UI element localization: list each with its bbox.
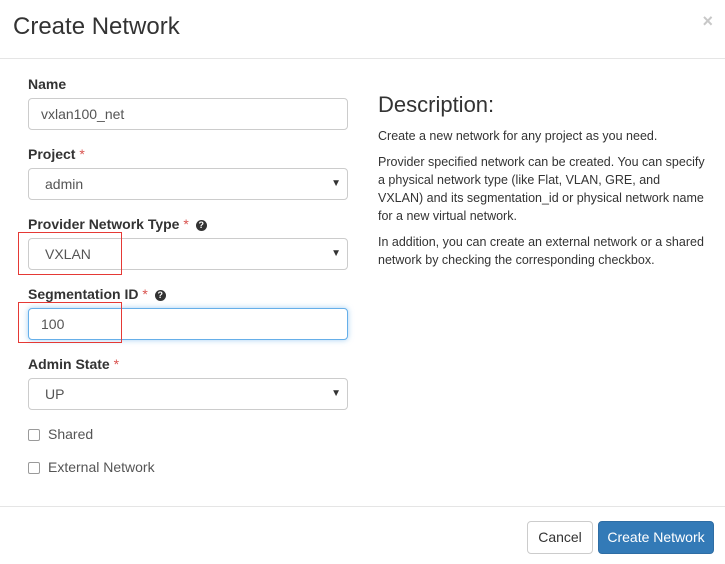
required-mark: *	[79, 146, 85, 162]
caret-down-icon: ▼	[331, 178, 341, 189]
caret-down-icon: ▼	[331, 388, 341, 399]
project-select-value: admin	[45, 176, 84, 192]
dialog-header: Create Network ×	[0, 0, 725, 59]
shared-checkbox-label: Shared	[48, 426, 94, 442]
provider-type-label-text: Provider Network Type	[28, 216, 180, 232]
description-paragraph: Create a new network for any project as …	[378, 129, 658, 143]
dialog-title: Create Network	[13, 13, 180, 40]
external-network-checkbox-label: External Network	[48, 459, 155, 475]
admin-state-select-value: UP	[45, 386, 65, 402]
cancel-button[interactable]: Cancel	[527, 521, 593, 554]
required-mark: *	[142, 286, 148, 302]
create-network-button[interactable]: Create Network	[598, 521, 714, 554]
name-label-text: Name	[28, 76, 67, 92]
close-icon[interactable]: ×	[702, 11, 713, 32]
segmentation-id-label: Segmentation ID * ?	[28, 286, 166, 302]
name-input[interactable]: vxlan100_net	[28, 98, 348, 130]
description-paragraph: In addition, you can create an external …	[378, 235, 704, 267]
description-panel: Description: Create a new network for an…	[378, 92, 708, 277]
project-select[interactable]: admin ▼	[28, 168, 348, 200]
caret-down-icon: ▼	[331, 248, 341, 259]
name-label: Name	[28, 76, 66, 92]
shared-checkbox-row[interactable]: Shared	[28, 426, 93, 442]
question-circle-icon[interactable]: ?	[154, 290, 166, 301]
external-network-checkbox-row[interactable]: External Network	[28, 459, 155, 475]
annotation-highlight-box	[18, 232, 122, 275]
project-label-text: Project	[28, 146, 76, 162]
project-label: Project *	[28, 146, 85, 162]
provider-type-label: Provider Network Type * ?	[28, 216, 207, 232]
shared-checkbox[interactable]	[28, 429, 40, 441]
admin-state-select[interactable]: UP ▼	[28, 378, 348, 410]
admin-state-label: Admin State *	[28, 356, 119, 372]
segmentation-id-label-text: Segmentation ID	[28, 286, 139, 302]
description-title: Description:	[378, 92, 495, 117]
annotation-highlight-box	[18, 302, 122, 343]
question-circle-icon[interactable]: ?	[195, 220, 207, 231]
description-paragraph: Provider specified network can be create…	[378, 155, 705, 223]
external-network-checkbox[interactable]	[28, 462, 40, 474]
admin-state-label-text: Admin State	[28, 356, 110, 372]
required-mark: *	[183, 216, 189, 232]
required-mark: *	[113, 356, 120, 372]
